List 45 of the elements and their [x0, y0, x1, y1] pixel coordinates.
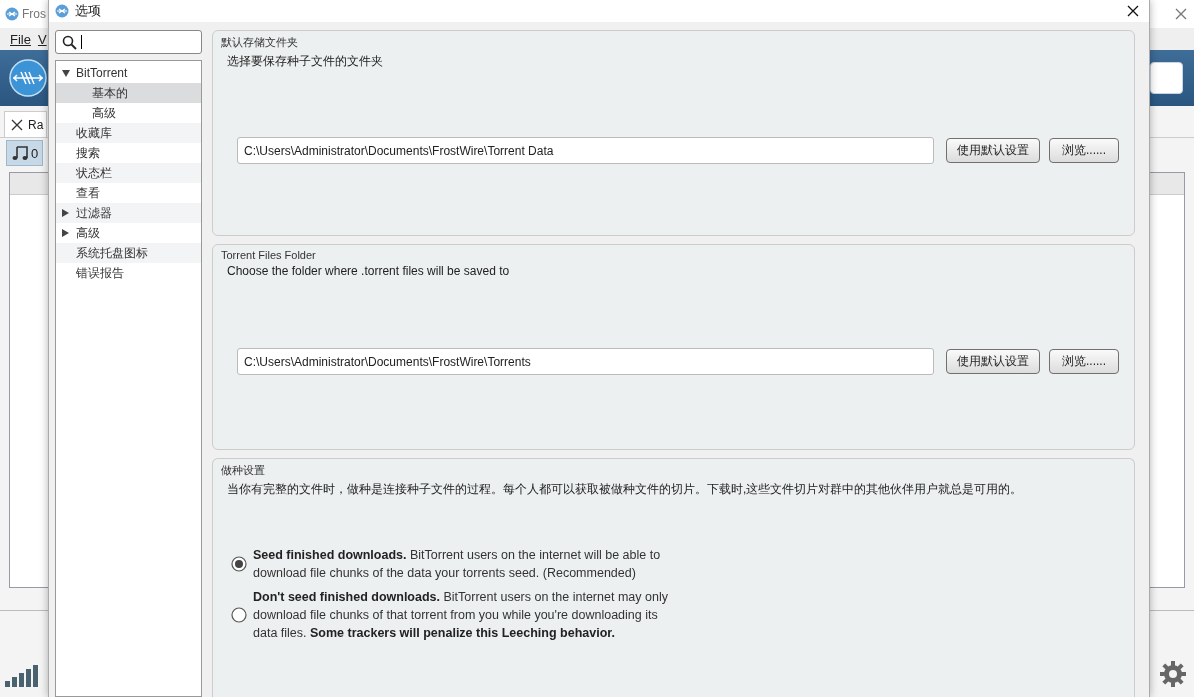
tree-item[interactable]: 错误报告 — [56, 263, 201, 283]
window-title: Fros — [22, 7, 46, 21]
radio-button[interactable] — [231, 607, 247, 623]
panel-description: Choose the folder where .torrent files will be saved to — [227, 264, 511, 278]
tree-item[interactable]: 过滤器 — [56, 203, 201, 223]
option-label: Seed finished downloads. BitTorrent users on the internet will be able to download file chunks of the data your torrents seed. (Recommended) — [253, 547, 662, 582]
use-default-button[interactable]: 使用默认设置 — [946, 138, 1040, 163]
signal-icon — [5, 665, 39, 687]
panel-title: Torrent Files Folder — [221, 249, 317, 261]
radio-button[interactable] — [231, 556, 247, 572]
close-icon[interactable] — [11, 118, 23, 131]
app-icon — [55, 4, 69, 18]
search-icon — [62, 34, 77, 50]
folder-path-field[interactable]: C:\Users\Administrator\Documents\FrostWire\Torrents — [237, 348, 934, 375]
expand-arrow-icon[interactable] — [61, 69, 70, 77]
folder-path-field[interactable]: C:\Users\Administrator\Documents\FrostWire\Torrent Data — [237, 137, 934, 164]
collapse-arrow-icon[interactable] — [62, 229, 69, 237]
tree-item[interactable]: 搜索 — [56, 143, 201, 163]
music-note-icon — [11, 144, 29, 162]
dialog-title: 选项 — [75, 2, 101, 20]
panel-description: 选择要保存种子文件的文件夹 — [227, 53, 384, 70]
browse-button[interactable]: 浏览...... — [1049, 138, 1119, 163]
close-icon[interactable] — [1127, 5, 1139, 17]
tree-item[interactable]: 基本的 — [56, 83, 201, 103]
collapse-arrow-icon[interactable] — [62, 209, 69, 217]
logo-icon — [9, 59, 47, 97]
menu-item[interactable]: File — [10, 31, 31, 47]
tree-item[interactable]: 系统托盘图标 — [56, 243, 201, 263]
tree-item[interactable]: 高级 — [56, 223, 201, 243]
tree-item[interactable]: 状态栏 — [56, 163, 201, 183]
audio-filter-button[interactable]: 0 — [6, 140, 44, 166]
option-label: Don't seed finished downloads. BitTorrent users on the internet may only download file chunks of that torrent from you while you're downloading its data files. Some trackers will penalize this Leeching behavior. — [253, 589, 669, 642]
search-field[interactable] — [55, 30, 202, 54]
panel-description: 当你有完整的文件时，做种是连接种子文件的过程。每个人都可以获取被做种文件的切片。下载时,这些文件切片对群中的其他伙伴用户就总是可用的。 — [227, 481, 1024, 498]
panel-title: 做种设置 — [221, 463, 266, 478]
app-icon — [5, 7, 19, 21]
search-tab[interactable]: Ra — [4, 111, 47, 137]
tree-item[interactable]: 收藏库 — [56, 123, 201, 143]
menu-item[interactable]: V — [37, 31, 47, 47]
browse-button[interactable]: 浏览...... — [1049, 349, 1119, 374]
tree-item[interactable]: BitTorrent — [56, 63, 201, 83]
tree-item[interactable]: 查看 — [56, 183, 201, 203]
use-default-button[interactable]: 使用默认设置 — [946, 349, 1040, 374]
tree-item[interactable]: 高级 — [56, 103, 201, 123]
panel-title: 默认存储文件夹 — [221, 35, 299, 50]
